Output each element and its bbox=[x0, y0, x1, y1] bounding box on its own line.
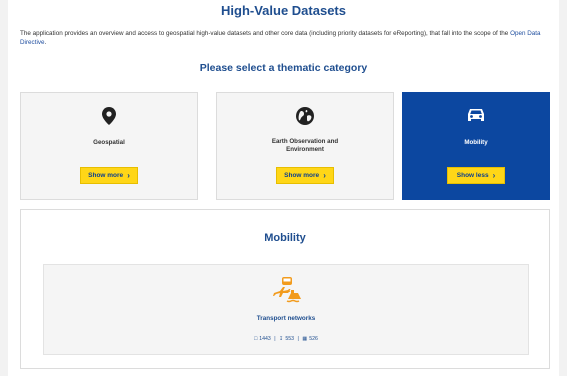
dataset-card-transport-networks[interactable]: Transport networks □ 1443 | ↧ 553 | ▦ 526 bbox=[43, 264, 529, 355]
transport-networks-icon bbox=[271, 275, 301, 310]
show-more-button-geospatial[interactable]: Show more › bbox=[80, 167, 138, 184]
divider: | bbox=[297, 336, 299, 342]
dataset-stats: □ 1443 | ↧ 553 | ▦ 526 bbox=[44, 336, 528, 342]
category-card-mobility[interactable]: Mobility Show less › bbox=[402, 92, 550, 200]
category-label: Mobility bbox=[464, 139, 488, 146]
category-card-earth-observation[interactable]: Earth Observation and Environment Show m… bbox=[216, 92, 394, 200]
category-label: Geospatial bbox=[93, 139, 125, 146]
download-icon: ↧ bbox=[279, 336, 284, 342]
button-label: Show more bbox=[88, 172, 124, 179]
button-label: Show more bbox=[284, 172, 320, 179]
divider: | bbox=[274, 336, 276, 342]
dataset-name[interactable]: Transport networks bbox=[44, 315, 528, 322]
page: High-Value Datasets The application prov… bbox=[8, 0, 559, 376]
detail-title: Mobility bbox=[264, 232, 306, 244]
service-icon: ▦ bbox=[302, 336, 308, 342]
show-less-button-mobility[interactable]: Show less › bbox=[447, 167, 505, 184]
show-more-button-earth-observation[interactable]: Show more › bbox=[276, 167, 334, 184]
page-title: High-Value Datasets bbox=[221, 3, 346, 18]
stat-services: 526 bbox=[309, 336, 318, 342]
mobility-detail-panel: Mobility Transport networks □ 1443 | ↧ 553… bbox=[20, 209, 550, 369]
category-cards: Geospatial Show more › Earth Observation … bbox=[20, 92, 550, 200]
car-icon bbox=[466, 107, 486, 128]
stat-downloads: 553 bbox=[285, 336, 295, 342]
category-card-geospatial[interactable]: Geospatial Show more › bbox=[20, 92, 198, 200]
intro-text-body: The application provides an overview and… bbox=[20, 30, 511, 37]
chevron-right-icon: › bbox=[127, 170, 130, 180]
file-icon: □ bbox=[254, 336, 258, 342]
globe-icon bbox=[296, 107, 314, 130]
stat-datasets: 1443 bbox=[259, 336, 271, 342]
chevron-right-icon: › bbox=[323, 170, 326, 180]
button-label: Show less bbox=[456, 172, 489, 179]
location-pin-icon bbox=[102, 107, 116, 130]
category-label: Earth Observation and Environment bbox=[271, 138, 339, 153]
chevron-right-icon: › bbox=[492, 170, 496, 180]
categories-heading: Please select a thematic category bbox=[199, 62, 368, 74]
intro-text-end: . bbox=[44, 38, 47, 46]
intro-text: The application provides an overview and… bbox=[20, 30, 547, 47]
